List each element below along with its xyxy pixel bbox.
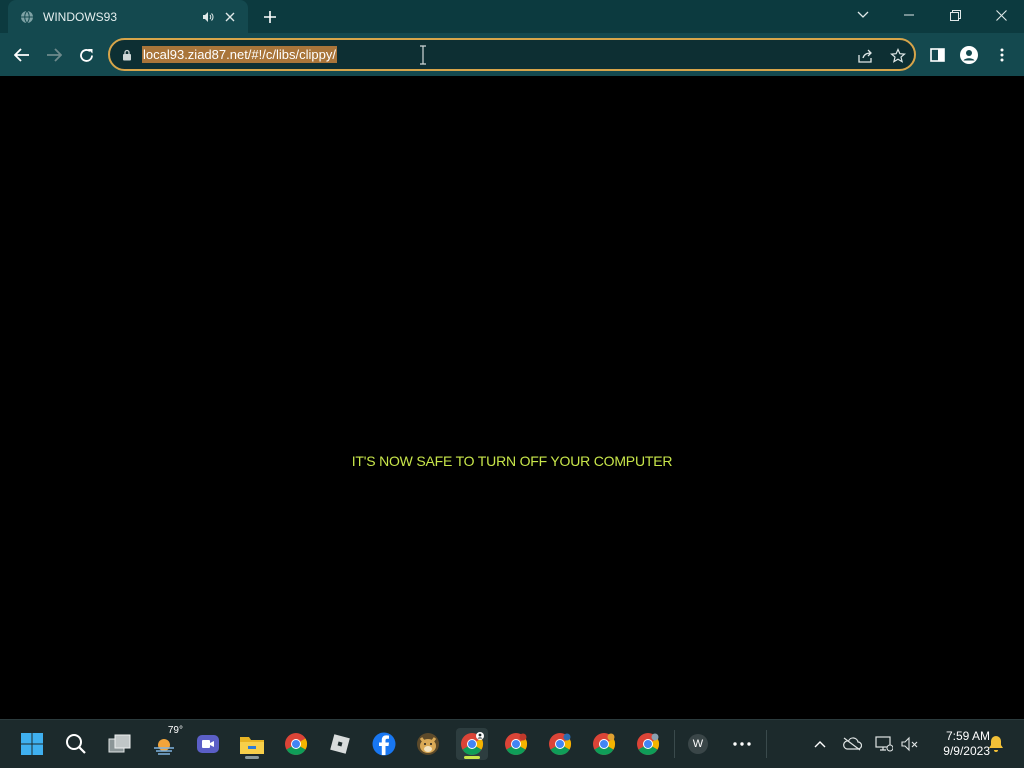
- running-indicator: [245, 756, 259, 759]
- browser-toolbar: local93.ziad87.net/#!/c/libs/clippy/: [0, 33, 1024, 76]
- tab-strip: WINDOWS93: [0, 0, 1024, 33]
- forward-button[interactable]: [40, 41, 68, 69]
- notification-bell-icon[interactable]: [984, 732, 1008, 756]
- address-bar[interactable]: local93.ziad87.net/#!/c/libs/clippy/: [108, 38, 916, 71]
- chrome-icon[interactable]: [500, 728, 532, 760]
- menu-dots-icon[interactable]: [991, 44, 1013, 66]
- doge-icon[interactable]: [412, 728, 444, 760]
- cloud-offline-icon[interactable]: [840, 732, 864, 756]
- clock-time: 7:59 AM: [945, 729, 990, 743]
- task-view-icon[interactable]: [104, 728, 136, 760]
- file-explorer-icon[interactable]: [236, 728, 268, 760]
- chrome-icon[interactable]: [280, 728, 312, 760]
- text-cursor-icon: [420, 45, 426, 65]
- profile-icon[interactable]: [958, 44, 980, 66]
- chrome-icon[interactable]: [632, 728, 664, 760]
- taskbar-separator: [766, 730, 767, 758]
- word-label: W: [692, 738, 704, 750]
- system-clock[interactable]: 7:59 AM 9/9/2023: [924, 729, 990, 759]
- word-icon[interactable]: W: [682, 728, 714, 760]
- chrome-icon[interactable]: [544, 728, 576, 760]
- taskbar-separator: [674, 730, 675, 758]
- share-icon[interactable]: [856, 46, 876, 66]
- audio-playing-icon[interactable]: [200, 9, 216, 25]
- active-indicator: [464, 756, 480, 759]
- volume-muted-icon[interactable]: [898, 732, 922, 756]
- video-call-icon[interactable]: [192, 728, 224, 760]
- lock-icon: [123, 49, 131, 61]
- taskbar: 79° W 7:59 AM 9/9/2023: [0, 719, 1024, 768]
- tab-title: WINDOWS93: [43, 9, 118, 24]
- shutdown-message: IT'S NOW SAFE TO TURN OFF YOUR COMPUTER: [351, 453, 673, 469]
- new-tab-button[interactable]: [260, 7, 280, 27]
- reload-button[interactable]: [72, 41, 100, 69]
- search-icon[interactable]: [60, 728, 92, 760]
- browser-tab[interactable]: WINDOWS93: [8, 0, 248, 33]
- chrome-profile-icon[interactable]: [456, 728, 488, 760]
- chrome-icon[interactable]: [588, 728, 620, 760]
- more-apps-icon[interactable]: [726, 728, 758, 760]
- weather-icon[interactable]: 79°: [148, 725, 183, 760]
- chevron-up-icon[interactable]: [808, 732, 832, 756]
- page-viewport: IT'S NOW SAFE TO TURN OFF YOUR COMPUTER: [0, 76, 1024, 719]
- close-window-button[interactable]: [978, 0, 1024, 30]
- windows-start-icon[interactable]: [16, 728, 48, 760]
- back-button[interactable]: [8, 41, 36, 69]
- weather-temp: 79°: [167, 725, 183, 736]
- bookmark-star-icon[interactable]: [888, 46, 908, 66]
- network-icon[interactable]: [872, 732, 896, 756]
- tab-search-button[interactable]: [840, 0, 886, 30]
- clock-date: 9/9/2023: [943, 744, 990, 758]
- minimize-button[interactable]: [886, 0, 932, 30]
- url-text[interactable]: local93.ziad87.net/#!/c/libs/clippy/: [142, 46, 337, 63]
- roblox-icon[interactable]: [324, 728, 356, 760]
- facebook-icon[interactable]: [368, 728, 400, 760]
- restore-button[interactable]: [932, 0, 978, 30]
- globe-icon: [20, 10, 34, 24]
- side-panel-icon[interactable]: [926, 44, 948, 66]
- close-tab-icon[interactable]: [222, 9, 238, 25]
